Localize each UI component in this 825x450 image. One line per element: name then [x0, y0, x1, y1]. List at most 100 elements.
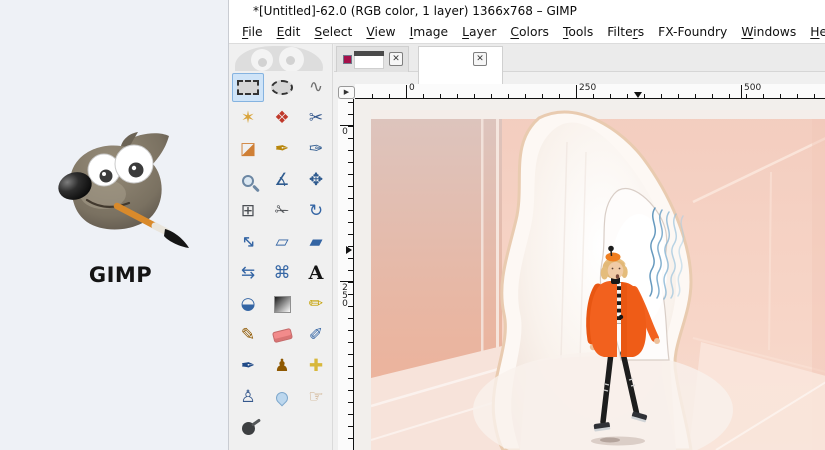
vruler-tick	[348, 222, 353, 223]
tool-eraser[interactable]	[266, 321, 298, 350]
tab1-close-icon[interactable]: ✕	[389, 52, 403, 66]
hruler-tick	[474, 94, 475, 98]
tool-clone[interactable]: ♟	[266, 352, 298, 381]
menu-layer[interactable]: Layer	[455, 22, 503, 44]
clone-icon: ♟	[274, 356, 290, 376]
tool-measure[interactable]: ∡	[266, 166, 298, 195]
canvas-viewport[interactable]	[355, 99, 825, 450]
vruler-label: 0	[342, 127, 348, 137]
tab1-thumbnail-canvas	[354, 56, 384, 69]
tool-paths[interactable]: ✒	[266, 135, 298, 164]
vertical-ruler[interactable]: 0 2 5 0	[338, 99, 354, 450]
tool-free-select[interactable]: ∿	[300, 73, 332, 102]
gradient-icon	[273, 296, 291, 313]
tool-align[interactable]: ⊞	[232, 197, 264, 226]
tool-pencil[interactable]: ✏	[300, 290, 332, 319]
hruler-tick	[593, 94, 594, 98]
tool-perspective[interactable]: ▰	[300, 228, 332, 257]
tool-scale[interactable]: ↔	[232, 228, 264, 257]
scissors-select-icon: ✂	[308, 108, 324, 128]
hruler-tick	[729, 94, 730, 98]
tool-bucket-fill[interactable]: ◒	[232, 290, 264, 319]
tool-flip[interactable]: ⇆	[232, 259, 264, 288]
tool-move[interactable]: ✥	[300, 166, 332, 195]
smudge-icon: ☞	[308, 387, 324, 407]
tool-zoom[interactable]	[232, 166, 264, 195]
hruler-tick	[712, 94, 713, 98]
menu-image[interactable]: Image	[403, 22, 456, 44]
tool-ellipse-select[interactable]	[266, 73, 298, 102]
gimp-desktop-icon[interactable]: GIMP	[38, 130, 203, 287]
image-tab-2-active[interactable]: ✕	[418, 46, 503, 84]
menu-tools[interactable]: Tools	[556, 22, 600, 44]
menu-help[interactable]: Help	[803, 22, 825, 44]
tool-rotate[interactable]: ↻	[300, 197, 332, 226]
hruler-tick	[610, 94, 611, 98]
hruler-tick	[814, 94, 815, 98]
tool-smudge[interactable]: ☞	[300, 383, 332, 412]
tool-gradient[interactable]	[266, 290, 298, 319]
vruler-tick	[348, 330, 353, 331]
menu-colors[interactable]: Colors	[503, 22, 556, 44]
tool-color-picker[interactable]: ✑	[300, 135, 332, 164]
tool-paintbrush[interactable]: ✎	[232, 321, 264, 350]
menu-select[interactable]: Select	[307, 22, 359, 44]
free-select-icon: ∿	[308, 77, 324, 97]
vruler-label: 2 5 0	[342, 283, 348, 309]
vruler-tick	[348, 162, 353, 163]
vruler-tick	[348, 198, 353, 199]
rotate-icon: ↻	[308, 201, 324, 221]
vruler-tick	[348, 126, 353, 127]
blur-sharpen-icon	[273, 389, 291, 406]
tool-foreground-select[interactable]: ◪	[232, 135, 264, 164]
tool-dodge-burn[interactable]	[232, 414, 264, 443]
tool-blur-sharpen[interactable]	[266, 383, 298, 412]
tool-ink[interactable]: ✒	[232, 352, 264, 381]
menu-filters[interactable]: Filters	[600, 22, 651, 44]
vruler-major-tick	[340, 281, 353, 282]
horizontal-ruler[interactable]: 0 250 500	[355, 84, 825, 99]
rectangle-select-icon	[237, 80, 259, 95]
hruler-tick	[491, 94, 492, 98]
hruler-label: 500	[744, 83, 762, 93]
menu-edit[interactable]: Edit	[270, 22, 308, 44]
hruler-label: 250	[579, 83, 597, 93]
vruler-tick	[348, 270, 353, 271]
canvas-menu-button[interactable]: ▶	[338, 86, 355, 99]
tool-airbrush[interactable]: ✐	[300, 321, 332, 350]
hruler-tick	[627, 94, 628, 98]
menu-view[interactable]: View	[359, 22, 402, 44]
tool-select-by-color[interactable]: ❖	[266, 104, 298, 133]
tool-text[interactable]: A	[300, 259, 332, 288]
tool-handle-transform[interactable]: ⌘	[266, 259, 298, 288]
vruler-tick	[348, 390, 353, 391]
tool-scissors-select[interactable]: ✂	[300, 104, 332, 133]
hruler-tick	[678, 94, 679, 98]
tool-rectangle-select[interactable]	[232, 73, 264, 102]
hruler-tick	[746, 94, 747, 98]
vruler-tick	[348, 210, 353, 211]
menu-fxfoundry[interactable]: FX-Foundry	[651, 22, 734, 44]
title-bar[interactable]: *[Untitled]-62.0 (RGB color, 1 layer) 13…	[229, 0, 825, 22]
tool-fuzzy-select[interactable]: ✶	[232, 104, 264, 133]
shear-icon: ▱	[275, 232, 289, 252]
tab2-close-icon[interactable]: ✕	[473, 52, 487, 66]
hruler-tick	[695, 94, 696, 98]
hruler-major-tick	[741, 85, 742, 98]
tool-heal[interactable]: ✚	[300, 352, 332, 381]
tool-perspective-clone[interactable]: ♙	[232, 383, 264, 412]
image-tab-1[interactable]: ✕	[336, 46, 409, 72]
tool-shear[interactable]: ▱	[266, 228, 298, 257]
window-title: *[Untitled]-62.0 (RGB color, 1 layer) 13…	[253, 4, 577, 18]
align-icon: ⊞	[240, 201, 256, 221]
gimp-wilber-logo-icon	[57, 132, 189, 248]
vruler-tick	[348, 138, 353, 139]
menu-windows[interactable]: Windows	[734, 22, 803, 44]
toolbox-grid: ∿ ✶ ❖ ✂ ◪ ✒ ✑ ∡ ✥ ⊞ ✁ ↻ ↔ ▱ ▰ ⇆ ⌘ A ◒ ✏ ✎ ✐ ✒ ♟ ✚ ♙ ☞	[229, 71, 332, 444]
vruler-tick	[348, 234, 353, 235]
menu-file[interactable]: File	[235, 22, 270, 44]
gimp-icon-label: GIMP	[88, 263, 153, 287]
hruler-tick	[423, 94, 424, 98]
tool-crop[interactable]: ✁	[266, 197, 298, 226]
vruler-tick	[348, 282, 353, 283]
